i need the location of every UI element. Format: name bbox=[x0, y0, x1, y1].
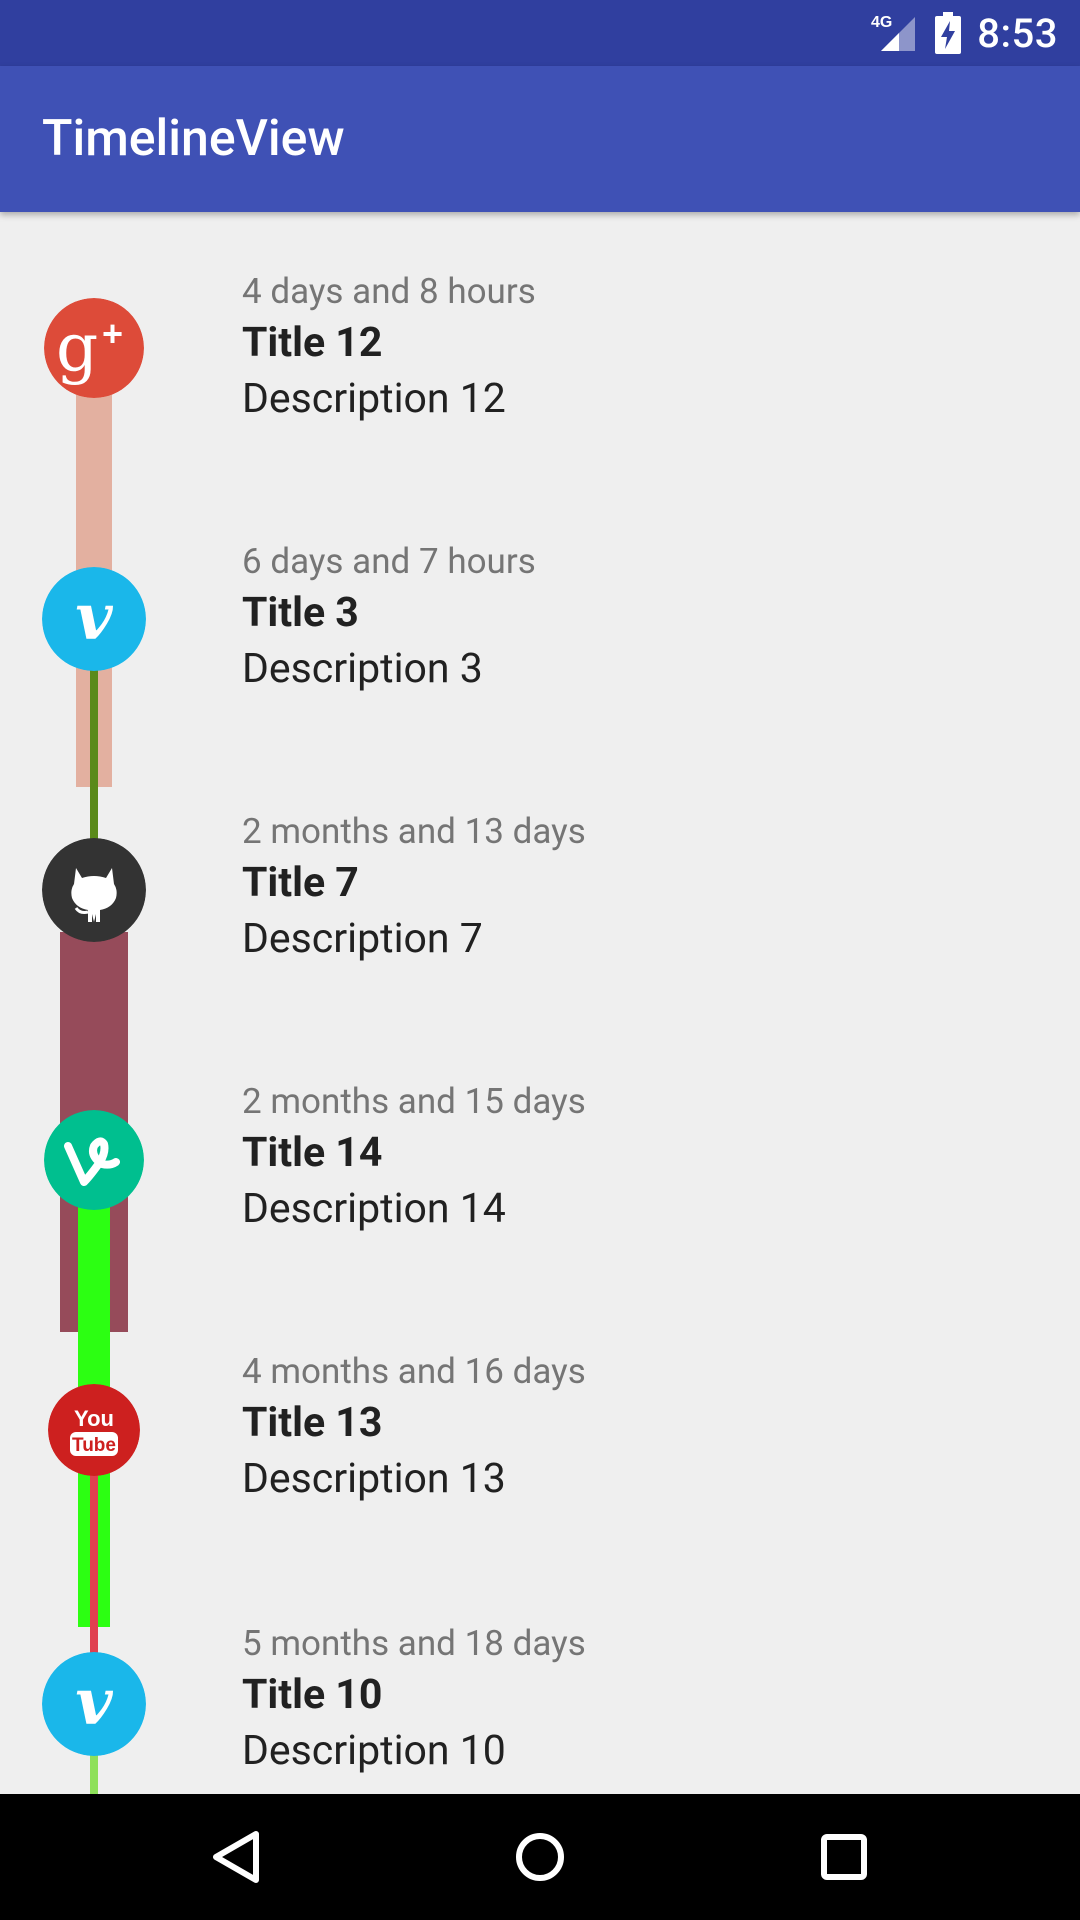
google-plus-icon: g + bbox=[44, 298, 144, 398]
network-type-label: 4G bbox=[871, 14, 892, 31]
item-time: 2 months and 13 days bbox=[242, 811, 586, 852]
status-bar: 4G 8:53 bbox=[0, 0, 1080, 66]
item-description: Description 12 bbox=[242, 375, 506, 423]
item-title: Title 12 bbox=[242, 319, 383, 367]
item-title: Title 14 bbox=[242, 1129, 383, 1177]
item-time: 5 months and 18 days bbox=[242, 1623, 586, 1664]
battery-charging-icon bbox=[935, 12, 962, 54]
vimeo-icon: v bbox=[42, 567, 146, 671]
status-icons: 4G 8:53 bbox=[869, 0, 1058, 66]
item-time: 4 months and 16 days bbox=[242, 1351, 586, 1392]
back-icon[interactable] bbox=[202, 1822, 272, 1892]
item-description: Description 13 bbox=[242, 1455, 506, 1503]
svg-text:Tube: Tube bbox=[72, 1435, 116, 1456]
home-icon[interactable] bbox=[505, 1822, 575, 1892]
github-icon bbox=[42, 838, 146, 942]
item-title: Title 10 bbox=[242, 1671, 383, 1719]
svg-text:v: v bbox=[75, 580, 113, 655]
app-title: TimelineView bbox=[42, 110, 345, 168]
status-time: 8:53 bbox=[977, 9, 1058, 57]
item-description: Description 14 bbox=[242, 1185, 506, 1233]
svg-text:You: You bbox=[74, 1406, 114, 1431]
svg-text:v: v bbox=[75, 1665, 113, 1740]
item-time: 4 days and 8 hours bbox=[242, 271, 536, 312]
recents-icon[interactable] bbox=[809, 1822, 879, 1892]
app-bar: TimelineView bbox=[0, 66, 1080, 212]
item-title: Title 3 bbox=[242, 589, 359, 637]
navigation-bar bbox=[0, 1794, 1080, 1920]
svg-text:+: + bbox=[102, 313, 123, 354]
vimeo-icon: v bbox=[42, 1652, 146, 1756]
vine-icon bbox=[44, 1110, 144, 1210]
item-time: 6 days and 7 hours bbox=[242, 541, 536, 582]
item-title: Title 13 bbox=[242, 1399, 383, 1447]
item-description: Description 3 bbox=[242, 645, 483, 693]
item-description: Description 7 bbox=[242, 915, 483, 963]
item-time: 2 months and 15 days bbox=[242, 1081, 586, 1122]
svg-text:g: g bbox=[56, 309, 98, 386]
timeline-list[interactable]: g + 4 days and 8 hours Title 12 Descript… bbox=[0, 212, 1080, 1794]
youtube-icon: You Tube bbox=[48, 1384, 140, 1476]
item-title: Title 7 bbox=[242, 859, 359, 907]
signal-4g-icon: 4G bbox=[871, 14, 916, 51]
item-description: Description 10 bbox=[242, 1727, 506, 1775]
